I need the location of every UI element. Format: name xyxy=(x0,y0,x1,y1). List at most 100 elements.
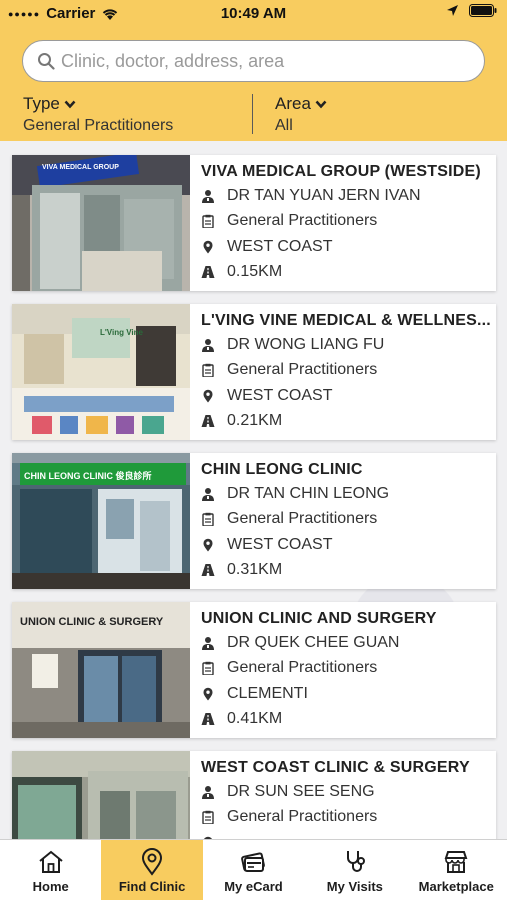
clinic-doctor: DR TAN CHIN LEONG xyxy=(227,484,390,502)
clinic-info: L'VING VINE MEDICAL & WELLNES... DR WONG … xyxy=(190,304,496,440)
app-header: ●●●●● Carrier 10:49 AM Type General Prac… xyxy=(0,0,507,141)
tab-marketplace[interactable]: Marketplace xyxy=(406,840,507,900)
clinic-distance-row: 0.41KM xyxy=(201,707,496,733)
clipboard-icon xyxy=(202,662,214,676)
clinic-doctor-row: DR QUEK CHEE GUAN xyxy=(201,630,496,656)
clinic-info: WEST COAST CLINIC & SURGERY DR SUN SEE SE… xyxy=(190,751,496,839)
clinic-specialty: General Practitioners xyxy=(227,659,378,677)
area-filter[interactable]: Area All xyxy=(275,94,327,135)
road-icon xyxy=(201,713,215,726)
clinic-doctor: DR SUN SEE SENG xyxy=(227,782,375,800)
clinic-distance: 0.21KM xyxy=(227,412,283,430)
chevron-down-icon xyxy=(315,100,327,108)
map-pin-icon xyxy=(203,687,213,701)
tab-bar: Home Find Clinic My eCard My Visits Mark… xyxy=(0,839,507,900)
clinic-specialty: General Practitioners xyxy=(227,808,378,826)
clinic-photo: CHIN LEONG CLINIC 俊良診所 xyxy=(12,453,190,589)
clinic-name: CHIN LEONG CLINIC xyxy=(201,461,363,478)
clinic-info: CHIN LEONG CLINIC DR TAN CHIN LEONG Genera… xyxy=(190,453,496,589)
stethoscope-icon xyxy=(346,851,365,872)
clinic-name: L'VING VINE MEDICAL & WELLNES... xyxy=(201,312,491,329)
clinic-doctor: DR TAN YUAN JERN IVAN xyxy=(227,186,421,204)
clinic-card[interactable]: CHIN LEONG CLINIC 俊良診所 CHIN LEONG CLINIC D… xyxy=(12,453,496,589)
type-filter-value: General Practitioners xyxy=(23,117,174,134)
road-icon xyxy=(201,266,215,279)
clinic-name: WEST COAST CLINIC & SURGERY xyxy=(201,759,470,776)
clinic-sign-text: UNION CLINIC & SURGERY xyxy=(20,616,164,628)
location-arrow-icon xyxy=(447,5,458,16)
tab-my-ecard-label: My eCard xyxy=(224,879,283,894)
store-icon xyxy=(444,851,468,873)
clinic-card[interactable]: VIVA MEDICAL GROUP VIVA MEDICAL GROUP (WE… xyxy=(12,155,496,291)
clinic-photo: VIVA MEDICAL GROUP xyxy=(12,155,190,291)
clinic-doctor-row: DR WONG LIANG FU xyxy=(201,332,496,358)
clinic-photo xyxy=(12,751,190,839)
clinic-card[interactable]: WEST COAST CLINIC & SURGERY DR SUN SEE SE… xyxy=(12,751,496,839)
clinic-doctor: DR QUEK CHEE GUAN xyxy=(227,633,400,651)
doctor-icon xyxy=(202,487,214,501)
status-bar: ●●●●● Carrier 10:49 AM xyxy=(0,0,507,28)
clinic-distance-row: 0.31KM xyxy=(201,558,496,584)
tab-home[interactable]: Home xyxy=(0,840,101,900)
tab-my-ecard[interactable]: My eCard xyxy=(203,840,304,900)
clinic-specialty-row: General Practitioners xyxy=(201,656,496,682)
clinic-list[interactable]: VIVA MEDICAL GROUP VIVA MEDICAL GROUP (WE… xyxy=(0,141,507,839)
clinic-area-row: WEST COAST xyxy=(201,532,496,558)
tab-my-visits[interactable]: My Visits xyxy=(304,840,405,900)
map-pin-icon xyxy=(203,538,213,552)
clinic-specialty: General Practitioners xyxy=(227,510,378,528)
clinic-area: WEST COAST xyxy=(227,535,333,553)
clinic-photo: UNION CLINIC & SURGERY xyxy=(12,602,190,738)
clinic-specialty: General Practitioners xyxy=(227,361,378,379)
ecard-icon xyxy=(241,852,266,872)
tab-find-clinic[interactable]: Find Clinic xyxy=(101,840,203,900)
home-icon xyxy=(39,850,63,873)
clinic-distance: 0.41KM xyxy=(227,710,283,728)
area-filter-title: Area xyxy=(275,94,311,113)
tab-marketplace-label: Marketplace xyxy=(418,879,494,894)
clipboard-icon xyxy=(202,811,214,825)
search-icon xyxy=(38,53,55,70)
doctor-icon xyxy=(202,338,214,352)
clipboard-icon xyxy=(202,364,214,378)
clinic-area: WEST COAST xyxy=(227,237,333,255)
clinic-info: UNION CLINIC AND SURGERY DR QUEK CHEE GUA… xyxy=(190,602,496,738)
clinic-area-row: WEST COAST xyxy=(201,234,496,260)
clinic-area-row xyxy=(201,830,496,839)
clinic-specialty-row: General Practitioners xyxy=(201,507,496,533)
clinic-specialty-row: General Practitioners xyxy=(201,209,496,235)
road-icon xyxy=(201,415,215,428)
clipboard-icon xyxy=(202,215,214,229)
clinic-area: CLEMENTI xyxy=(227,684,308,702)
clinic-area-row: WEST COAST xyxy=(201,383,496,409)
type-filter-title: Type xyxy=(23,94,60,113)
clinic-name: UNION CLINIC AND SURGERY xyxy=(201,610,437,627)
tab-home-label: Home xyxy=(32,879,69,894)
clinic-area: WEST COAST xyxy=(227,386,333,404)
doctor-icon xyxy=(202,189,214,203)
search-input[interactable] xyxy=(61,50,461,72)
doctor-icon xyxy=(202,785,214,799)
map-pin-icon xyxy=(203,389,213,403)
clinic-distance-row: 0.15KM xyxy=(201,260,496,286)
search-bar[interactable] xyxy=(22,40,485,82)
tab-find-clinic-label: Find Clinic xyxy=(118,879,186,894)
clinic-doctor-row: DR SUN SEE SENG xyxy=(201,779,496,805)
clinic-doctor: DR WONG LIANG FU xyxy=(227,335,385,353)
chevron-down-icon xyxy=(64,100,76,108)
clinic-distance: 0.15KM xyxy=(227,263,283,281)
type-filter[interactable]: Type General Practitioners xyxy=(23,94,173,135)
road-icon xyxy=(201,564,215,577)
clinic-doctor-row: DR TAN YUAN JERN IVAN xyxy=(201,183,496,209)
clinic-specialty-row: General Practitioners xyxy=(201,358,496,384)
clipboard-icon xyxy=(202,513,214,527)
clinic-distance: 0.31KM xyxy=(227,561,283,579)
tab-my-visits-label: My Visits xyxy=(326,879,383,894)
location-pin-icon xyxy=(142,848,163,876)
doctor-icon xyxy=(202,636,214,650)
clinic-photo: L'Ving Vine xyxy=(12,304,190,440)
clinic-sign-text: L'Ving Vine xyxy=(100,328,143,337)
clinic-card[interactable]: L'Ving Vine L'VING VINE MEDICAL & WELLNES… xyxy=(12,304,496,440)
clinic-name: VIVA MEDICAL GROUP (WESTSIDE) xyxy=(201,163,481,180)
clinic-card[interactable]: UNION CLINIC & SURGERY UNION CLINIC AND S… xyxy=(12,602,496,738)
